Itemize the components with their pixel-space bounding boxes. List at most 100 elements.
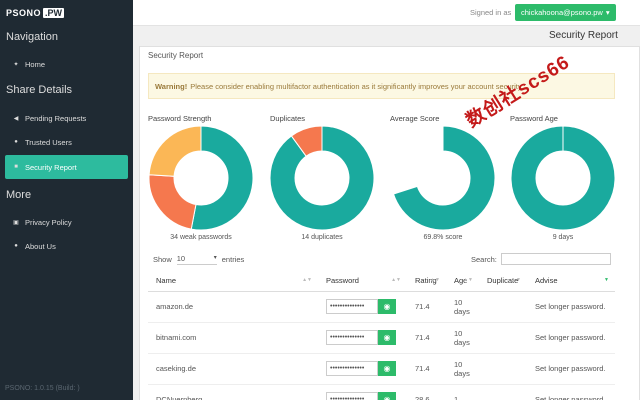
sidebar-item-label: Privacy Policy xyxy=(25,217,72,227)
user-menu-button[interactable]: chickahoona@psono.pw ▾ xyxy=(515,4,616,21)
table-search: Search: xyxy=(471,253,611,265)
password-field[interactable]: •••••••••••••• xyxy=(326,299,378,314)
eye-icon[interactable]: ◉ xyxy=(378,299,396,314)
cell-rating: 71.4 xyxy=(407,353,446,385)
search-input[interactable] xyxy=(500,253,611,265)
cell-name: DCNuernberg xyxy=(148,384,318,400)
chart-title-age: Password Age xyxy=(510,114,558,123)
info-icon: ● xyxy=(14,243,18,249)
sidebar-item-about-us[interactable]: ● About Us xyxy=(5,234,128,258)
sidebar-item-label: Trusted Users xyxy=(25,137,72,147)
show-label: Show xyxy=(153,255,172,264)
share-icon: ◀ xyxy=(13,115,19,122)
donut-average-score xyxy=(392,126,495,230)
column-header-age[interactable]: Age ▲▼ xyxy=(446,271,479,292)
cell-age: 10 days xyxy=(446,353,479,385)
column-header-name[interactable]: Name ▲▼ xyxy=(148,271,318,292)
sidebar-item-label: Home xyxy=(25,59,46,69)
cell-rating: 71.4 xyxy=(407,322,446,354)
user-email: chickahoona@psono.pw xyxy=(521,8,603,17)
eye-icon[interactable]: ◉ xyxy=(378,361,396,376)
sort-icon: ▲▼ xyxy=(463,277,473,283)
eye-icon[interactable]: ◉ xyxy=(378,392,396,400)
column-header-rating[interactable]: Rating ▲▼ xyxy=(407,271,446,292)
page-length-select[interactable]: 10 xyxy=(176,254,217,265)
sort-icon: ▲▼ xyxy=(302,277,312,283)
caret-down-icon: ▾ xyxy=(605,8,610,17)
cell-duplicate xyxy=(479,353,527,385)
sort-icon: ▲▼ xyxy=(430,277,440,283)
page-title: Security Report xyxy=(549,30,618,41)
cell-duplicate xyxy=(479,291,527,323)
table-row: caseking.de •••••••••••••• ◉ 71.4 10 days … xyxy=(148,353,615,385)
top-bar: PSONO .PW Signed in as chickahoona@psono… xyxy=(0,0,640,26)
sidebar-item-security-report[interactable]: ■ Security Report xyxy=(5,155,128,179)
app-logo[interactable]: PSONO .PW xyxy=(0,0,133,26)
table-row: bitnami.com •••••••••••••• ◉ 71.4 10 days … xyxy=(148,322,615,354)
warning-text: Please consider enabling multifactor aut… xyxy=(190,81,524,91)
table-row: DCNuernberg •••••••••••••• ◉ 28.6 1 Set l… xyxy=(148,384,615,400)
navigation-heading: Navigation xyxy=(6,31,58,43)
column-header-duplicate[interactable]: Duplicate ▲▼ xyxy=(479,271,527,292)
chart-caption-age: 9 days xyxy=(552,234,574,241)
cell-advise: Set longer password. xyxy=(527,353,615,385)
cell-age: 1 xyxy=(446,384,479,400)
user-icon: ● xyxy=(14,139,18,145)
sidebar-item-home[interactable]: ✦ Home xyxy=(5,52,128,76)
share-details-heading: Share Details xyxy=(6,84,73,96)
sidebar: Navigation ✦ Home Share Details ◀ Pendin… xyxy=(0,26,133,400)
chart-caption-score: 69.8% score xyxy=(423,234,463,241)
sidebar-item-trusted-users[interactable]: ● Trusted Users xyxy=(5,130,128,154)
cell-duplicate xyxy=(479,322,527,354)
sort-icon: ▲▼ xyxy=(511,277,521,283)
table-header-row: Name ▲▼ Password ▲▼ Rating ▲▼ Age ▲▼ Duplica… xyxy=(148,271,615,292)
chart-title-duplicates: Duplicates xyxy=(270,114,306,123)
chart-caption-duplicates: 14 duplicates xyxy=(301,234,343,241)
report-icon: ■ xyxy=(14,164,18,170)
donut-password-strength xyxy=(149,126,253,230)
sidebar-item-pending-requests[interactable]: ◀ Pending Requests xyxy=(5,106,128,130)
cell-age: 10 days xyxy=(446,322,479,354)
home-icon: ✦ xyxy=(13,61,19,68)
column-header-password[interactable]: Password ▲▼ xyxy=(318,271,407,292)
password-field[interactable]: •••••••••••••• xyxy=(326,392,378,400)
chart-title-score: Average Score xyxy=(390,114,440,123)
donut-slice-teal xyxy=(392,126,495,230)
sidebar-item-label: Security Report xyxy=(25,162,77,172)
donut-slice-teal xyxy=(511,126,615,230)
chart-title-strength: Password Strength xyxy=(148,114,212,123)
table-body: amazon.de •••••••••••••• ◉ 71.4 10 days Se… xyxy=(148,291,615,400)
cell-rating: 71.4 xyxy=(407,291,446,323)
donut-slice-orange xyxy=(149,174,197,230)
cell-advise: Set longer password. xyxy=(527,322,615,354)
sidebar-item-label: Pending Requests xyxy=(25,113,87,123)
donut-duplicates xyxy=(270,126,374,230)
column-header-advise[interactable]: Advise ▼ xyxy=(527,271,615,292)
logo-text: PSONO xyxy=(6,8,42,18)
cell-advise: Set longer password. xyxy=(527,291,615,323)
cell-name: amazon.de xyxy=(148,291,318,323)
cell-duplicate xyxy=(479,384,527,400)
cell-advise: Set longer password. xyxy=(527,384,615,400)
security-report-table: Name ▲▼ Password ▲▼ Rating ▲▼ Age ▲▼ Duplica… xyxy=(148,271,615,400)
cell-rating: 28.6 xyxy=(407,384,446,400)
search-label: Search: xyxy=(471,254,497,264)
warning-label: Warning! xyxy=(155,81,188,91)
password-field[interactable]: •••••••••••••• xyxy=(326,361,378,376)
sort-desc-icon: ▼ xyxy=(604,277,609,283)
password-field[interactable]: •••••••••••••• xyxy=(326,330,378,345)
more-heading: More xyxy=(6,189,32,201)
logo-badge: .PW xyxy=(43,8,65,18)
sort-icon: ▲▼ xyxy=(391,277,401,283)
sidebar-item-privacy-policy[interactable]: ▣ Privacy Policy xyxy=(5,210,128,234)
sidebar-item-label: About Us xyxy=(25,241,56,251)
cell-name: bitnami.com xyxy=(148,322,318,354)
cell-age: 10 days xyxy=(446,291,479,323)
panel-title: Security Report xyxy=(148,51,204,60)
lock-icon: ▣ xyxy=(13,219,19,226)
signed-in-label: Signed in as xyxy=(470,8,512,17)
entries-label: entries xyxy=(221,255,245,264)
eye-icon[interactable]: ◉ xyxy=(378,330,396,345)
donut-password-age xyxy=(511,126,615,230)
page-length-control: Show 10 entries xyxy=(153,254,244,265)
